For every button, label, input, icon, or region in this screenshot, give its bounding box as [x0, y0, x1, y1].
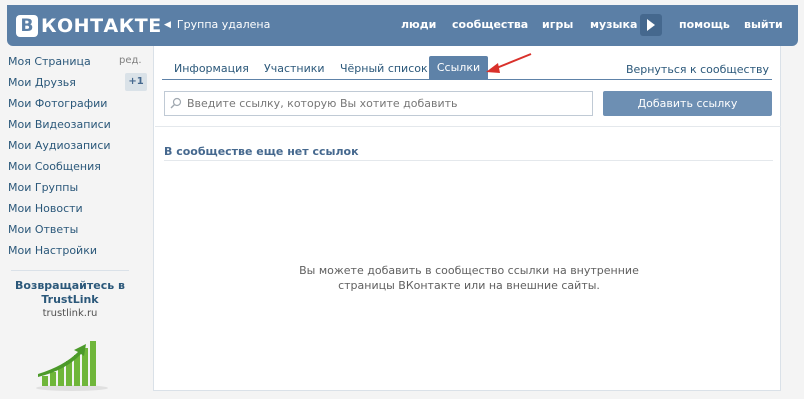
nav-games[interactable]: игры	[542, 18, 573, 31]
vk-logo[interactable]: В КОНТАКТЕ	[16, 13, 162, 38]
group-deleted-label: Группа удалена	[176, 18, 271, 31]
growth-chart-image[interactable]	[34, 330, 112, 392]
empty-state-message: Вы можете добавить в сообщество ссылки н…	[284, 263, 654, 293]
page: В КОНТАКТЕ ◀ Группа удалена люди сообщес…	[0, 0, 804, 399]
menu-my-groups[interactable]: Мои Группы	[8, 181, 78, 194]
menu-my-page[interactable]: Моя Страница	[8, 55, 91, 68]
nav-help[interactable]: помощь	[679, 18, 730, 31]
nav-music[interactable]: музыка	[590, 18, 637, 31]
menu-divider	[11, 270, 129, 271]
tab-info[interactable]: Информация	[174, 62, 249, 75]
menu-my-photos[interactable]: Мои Фотографии	[8, 97, 107, 110]
main-panel: Информация Участники Чёрный список Ссылк…	[153, 46, 781, 391]
group-deleted-link[interactable]: ◀ Группа удалена	[164, 18, 270, 31]
promo-title-line1: Возвращайтесь в	[15, 279, 125, 292]
no-links-title: В сообществе еще нет ссылок	[164, 145, 359, 158]
tab-blacklist[interactable]: Чёрный список	[340, 62, 428, 75]
player-button[interactable]	[640, 14, 662, 36]
empty-state-line2: страницы ВКонтакте или на внешние сайты.	[338, 279, 600, 292]
play-icon	[647, 19, 655, 31]
tab-members[interactable]: Участники	[264, 62, 325, 75]
chevron-left-icon: ◀	[164, 19, 171, 30]
search-icon	[170, 97, 182, 109]
nav-people[interactable]: люди	[401, 18, 436, 31]
section-title-underline	[164, 160, 773, 161]
tabs-underline	[162, 79, 772, 80]
menu-my-audio[interactable]: Мои Аудиозаписи	[8, 139, 111, 152]
link-input-placeholder: Введите ссылку, которую Вы хотите добави…	[187, 97, 458, 110]
tab-links[interactable]: Ссылки	[429, 56, 488, 80]
nav-communities[interactable]: сообщества	[452, 18, 528, 31]
logo-badge: В	[16, 14, 38, 37]
menu-my-answers[interactable]: Мои Ответы	[8, 223, 78, 236]
menu-my-messages[interactable]: Мои Сообщения	[8, 160, 101, 173]
annotation-arrow-icon	[486, 53, 532, 73]
nav-logout[interactable]: выйти	[744, 18, 783, 31]
back-to-community-link[interactable]: Вернуться к сообществу	[626, 63, 769, 76]
top-header: В КОНТАКТЕ ◀ Группа удалена люди сообщес…	[7, 5, 798, 46]
friends-count-badge[interactable]: +1	[125, 73, 147, 91]
menu-my-videos[interactable]: Мои Видеозаписи	[8, 118, 111, 131]
section-divider	[155, 126, 781, 127]
promo-title-line2: TrustLink	[41, 293, 99, 306]
menu-my-friends[interactable]: Мои Друзья	[8, 76, 76, 89]
promo-url[interactable]: trustlink.ru	[11, 308, 129, 319]
link-input[interactable]: Введите ссылку, которую Вы хотите добави…	[164, 91, 593, 116]
menu-edit-link[interactable]: ред.	[119, 55, 142, 66]
add-link-button[interactable]: Добавить ссылку	[603, 91, 772, 116]
empty-state-line1: Вы можете добавить в сообщество ссылки н…	[299, 264, 639, 277]
menu-my-news[interactable]: Мои Новости	[8, 202, 83, 215]
promo-title[interactable]: Возвращайтесь в TrustLink	[11, 279, 129, 307]
menu-my-settings[interactable]: Мои Настройки	[8, 244, 97, 257]
logo-text: КОНТАКТЕ	[41, 14, 162, 37]
